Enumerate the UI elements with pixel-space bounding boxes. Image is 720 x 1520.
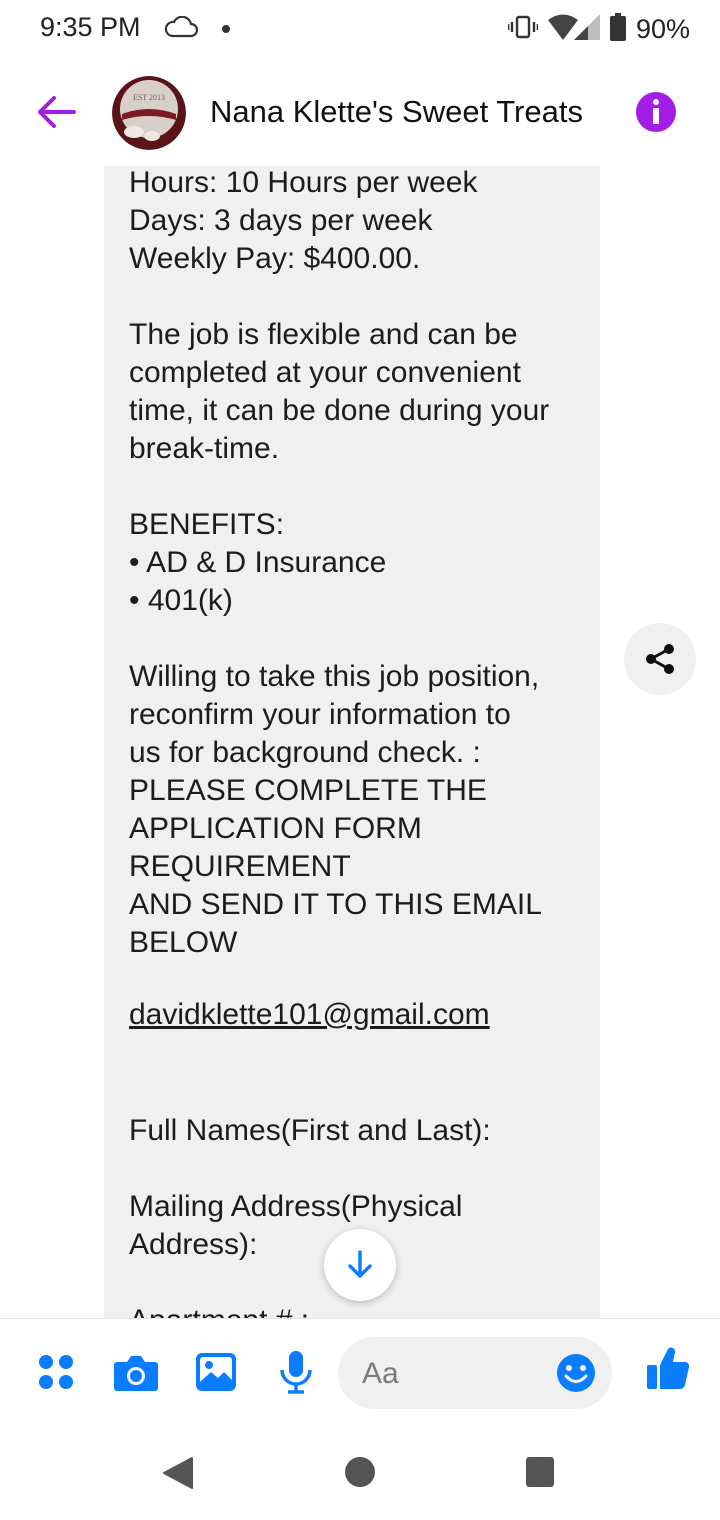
more-actions-button[interactable] <box>31 1347 81 1397</box>
info-button[interactable] <box>636 92 676 132</box>
message-line: Willing to take this job position, <box>129 660 540 693</box>
form-field-label: Full Names(First and Last): <box>129 1114 491 1147</box>
nav-back-icon[interactable] <box>162 1456 194 1490</box>
info-icon <box>653 99 659 105</box>
message-line: break-time. <box>129 432 280 465</box>
message-line: PLEASE COMPLETE THE <box>129 774 487 807</box>
status-bar: 9:35 PM 90% <box>0 0 720 58</box>
form-field-label: Address): <box>129 1228 258 1261</box>
avatar-logo-text: EST 2013 <box>133 93 165 102</box>
message-line: us for background check. : <box>129 736 481 769</box>
camera-button[interactable] <box>111 1347 161 1397</box>
message-list[interactable]: Hours: 10 Hours per week Days: 3 days per… <box>0 166 720 1318</box>
back-arrow-icon <box>38 96 76 128</box>
like-button[interactable] <box>643 1343 693 1393</box>
vibrate-icon <box>507 15 539 44</box>
thumbs-up-icon <box>647 1347 690 1390</box>
battery-icon <box>609 12 626 46</box>
message-composer: Aa <box>0 1318 720 1428</box>
message-line: APPLICATION FORM <box>129 812 422 845</box>
form-field-label: Apartment # : <box>129 1302 309 1318</box>
nav-home-icon[interactable] <box>345 1457 375 1487</box>
message-line: Hours: 10 Hours per week <box>129 166 478 199</box>
system-nav-bar <box>0 1428 720 1520</box>
message-line: Weekly Pay: $400.00. <box>129 242 421 275</box>
message-line: BELOW <box>129 926 238 959</box>
battery-percent: 90% <box>635 13 690 44</box>
menu-dots-icon <box>39 1355 73 1389</box>
message-input-placeholder: Aa <box>362 1357 399 1390</box>
back-button[interactable] <box>30 88 82 136</box>
voice-button[interactable] <box>271 1347 321 1397</box>
status-icons: 90% <box>507 12 690 46</box>
message-line: time, it can be done during your <box>129 394 550 427</box>
arrow-down-icon <box>348 1250 372 1278</box>
message-line: Days: 3 days per week <box>129 204 433 237</box>
cloud-icon <box>164 15 199 43</box>
emoji-icon[interactable] <box>556 1353 596 1393</box>
message-line: The job is flexible and can be <box>129 318 518 351</box>
signal-icon <box>573 13 600 45</box>
conversation-header: EST 2013 Nana Klette's Sweet Treats <box>0 58 720 166</box>
message-line: REQUIREMENT <box>129 850 351 883</box>
message-line: completed at your convenient <box>129 356 521 389</box>
share-icon <box>646 644 674 674</box>
message-line: BENEFITS: <box>129 508 285 541</box>
message-line: • 401(k) <box>129 584 233 617</box>
message-input[interactable]: Aa <box>338 1337 612 1409</box>
microphone-icon <box>280 1351 312 1394</box>
scroll-to-bottom-button[interactable] <box>324 1229 396 1301</box>
email-link[interactable]: davidklette101@gmail.com <box>129 996 490 1034</box>
message-line: AND SEND IT TO THIS EMAIL <box>129 888 542 921</box>
gallery-icon <box>196 1353 236 1391</box>
message-line: reconfirm your information to <box>129 698 511 731</box>
gallery-button[interactable] <box>191 1347 241 1397</box>
avatar[interactable]: EST 2013 <box>112 76 186 150</box>
form-field-label: Mailing Address(Physical <box>129 1190 463 1223</box>
status-time: 9:35 PM <box>40 12 141 42</box>
nav-recents-icon[interactable] <box>526 1457 554 1487</box>
notification-dot <box>222 25 230 33</box>
page-title[interactable]: Nana Klette's Sweet Treats <box>210 94 583 130</box>
message-line: • AD & D Insurance <box>129 546 387 579</box>
share-button[interactable] <box>624 623 696 695</box>
camera-icon <box>114 1356 158 1391</box>
